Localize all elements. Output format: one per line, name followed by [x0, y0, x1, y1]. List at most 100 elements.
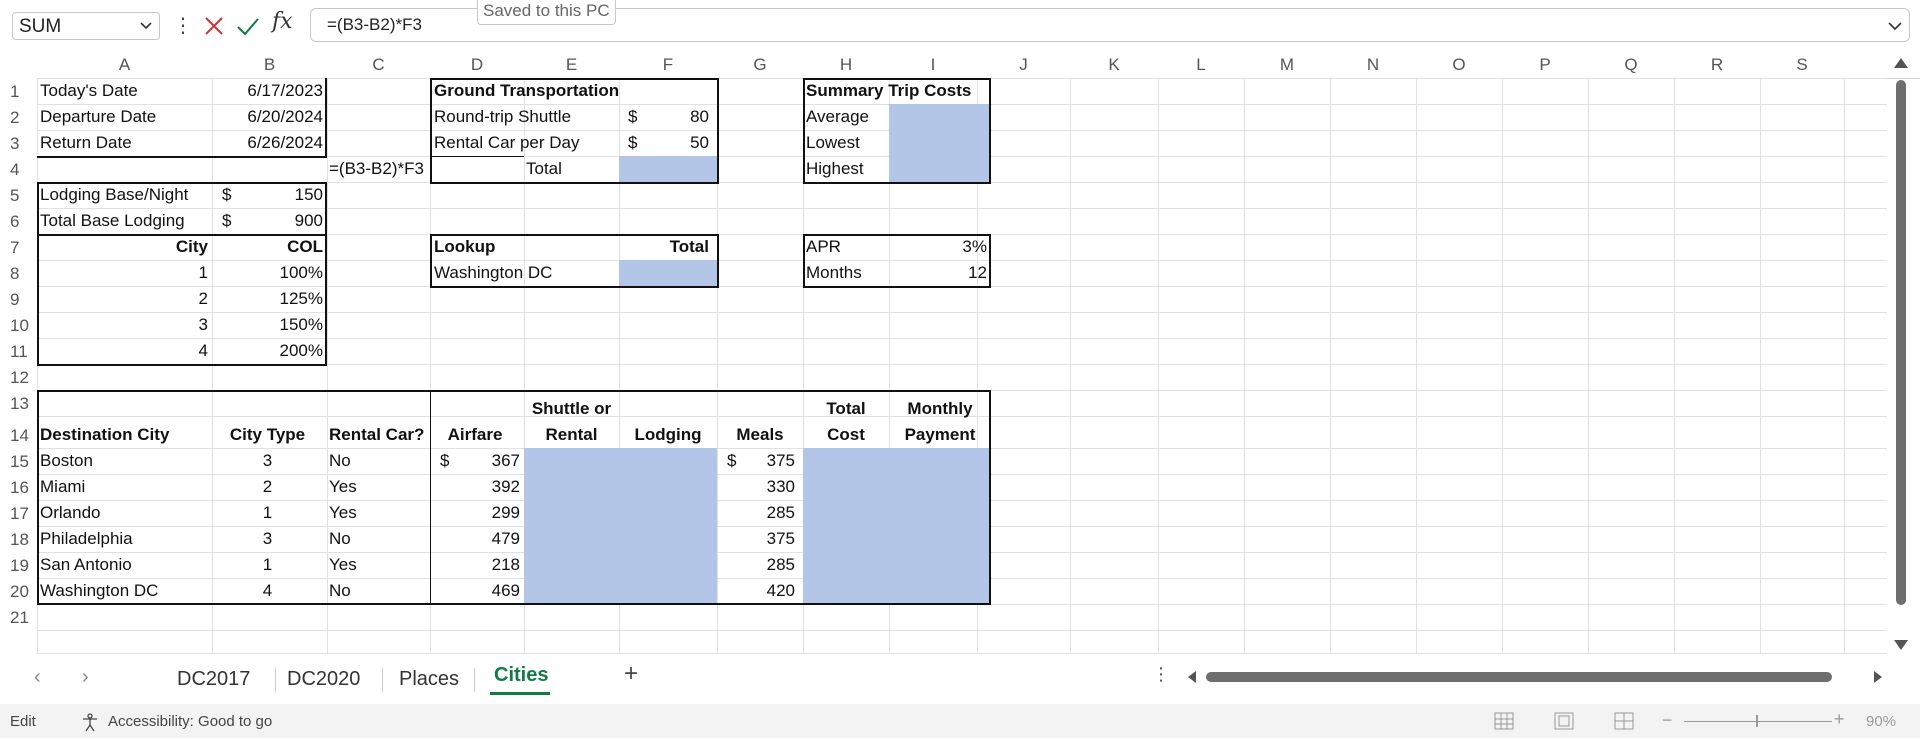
- table-row-meals[interactable]: 420: [717, 578, 795, 604]
- cancel-icon[interactable]: [200, 12, 228, 40]
- column-header[interactable]: H: [803, 52, 889, 78]
- zoom-slider[interactable]: [1684, 721, 1832, 722]
- cell-f2[interactable]: 80: [619, 104, 709, 130]
- column-header[interactable]: I: [889, 52, 977, 78]
- row-header[interactable]: 20: [0, 580, 34, 604]
- table-row-type[interactable]: 4: [212, 578, 323, 604]
- header-airfare[interactable]: Airfare: [430, 422, 520, 448]
- cell-b5-currency[interactable]: $: [222, 182, 242, 208]
- cell-b7[interactable]: COL: [212, 234, 323, 260]
- cell-d8[interactable]: Washington DC: [434, 260, 614, 286]
- column-header[interactable]: F: [619, 52, 717, 78]
- cell-a6[interactable]: Total Base Lodging: [40, 208, 208, 234]
- column-header[interactable]: P: [1502, 52, 1588, 78]
- cell-d3[interactable]: Rental Car per Day: [434, 130, 614, 156]
- column-header[interactable]: J: [977, 52, 1070, 78]
- page-layout-view-icon[interactable]: [1554, 712, 1574, 730]
- cell-h4[interactable]: Highest: [806, 156, 886, 182]
- scroll-tabs-right-icon[interactable]: ›: [82, 666, 89, 689]
- table-row-airfare[interactable]: 367: [430, 448, 520, 474]
- cell-b8[interactable]: 100%: [212, 260, 323, 286]
- cell-b2[interactable]: 6/20/2024: [212, 104, 323, 130]
- header-lodging[interactable]: Lodging: [619, 422, 717, 448]
- table-row-rental[interactable]: No: [329, 578, 429, 604]
- row-header[interactable]: 11: [0, 340, 34, 364]
- column-header[interactable]: E: [524, 52, 619, 78]
- header-total-line2[interactable]: Cost: [803, 422, 889, 448]
- cell-e4[interactable]: Total: [524, 156, 621, 182]
- cell-h8[interactable]: Months: [806, 260, 886, 286]
- cell-a9[interactable]: 2: [40, 286, 208, 312]
- table-row-city[interactable]: Boston: [40, 448, 208, 474]
- cell-b11[interactable]: 200%: [212, 338, 323, 364]
- tab-places[interactable]: Places: [399, 668, 459, 691]
- cell-a7[interactable]: City: [40, 234, 208, 260]
- column-header[interactable]: K: [1070, 52, 1158, 78]
- table-row-meals[interactable]: 330: [717, 474, 795, 500]
- table-row-meals[interactable]: 375: [717, 526, 795, 552]
- table-row-meals[interactable]: 375: [717, 448, 795, 474]
- column-header[interactable]: B: [212, 52, 327, 78]
- cell-b9[interactable]: 125%: [212, 286, 323, 312]
- table-row-rental[interactable]: Yes: [329, 500, 429, 526]
- table-row-rental[interactable]: No: [329, 526, 429, 552]
- column-header[interactable]: C: [327, 52, 430, 78]
- tab-dc2020[interactable]: DC2020: [287, 668, 360, 691]
- zoom-slider-thumb[interactable]: [1756, 715, 1758, 727]
- cell-i7[interactable]: 3%: [889, 234, 987, 260]
- cell-b1[interactable]: 6/17/2023: [212, 78, 323, 104]
- cell-d7[interactable]: Lookup: [434, 234, 524, 260]
- insert-function-icon[interactable]: fx: [272, 9, 293, 34]
- cell-h1[interactable]: Summary Trip Costs: [806, 78, 991, 104]
- row-header[interactable]: 7: [0, 236, 34, 260]
- cell-c4-formula[interactable]: =(B3-B2)*F3: [329, 156, 439, 182]
- row-header[interactable]: 12: [0, 366, 34, 390]
- table-row-rental[interactable]: Yes: [329, 552, 429, 578]
- page-break-view-icon[interactable]: [1614, 712, 1634, 730]
- column-header[interactable]: M: [1244, 52, 1330, 78]
- cell-a1[interactable]: Today's Date: [40, 78, 208, 104]
- cell-d2[interactable]: Round-trip Shuttle: [434, 104, 614, 130]
- table-row-city[interactable]: Philadelphia: [40, 526, 208, 552]
- cell-b3[interactable]: 6/26/2024: [212, 130, 323, 156]
- column-header[interactable]: S: [1760, 52, 1844, 78]
- table-row-airfare[interactable]: 299: [430, 500, 520, 526]
- table-row-rental[interactable]: No: [329, 448, 429, 474]
- header-rental-car[interactable]: Rental Car?: [329, 422, 429, 448]
- add-sheet-button[interactable]: +: [624, 660, 638, 688]
- shaded-summary-cells[interactable]: [889, 104, 991, 182]
- cell-a2[interactable]: Departure Date: [40, 104, 208, 130]
- table-row-airfare[interactable]: 218: [430, 552, 520, 578]
- tab-dc2017[interactable]: DC2017: [177, 668, 250, 691]
- name-box[interactable]: SUM: [12, 12, 160, 40]
- shaded-total-cell[interactable]: [619, 156, 717, 182]
- column-header[interactable]: R: [1674, 52, 1760, 78]
- scroll-right-icon[interactable]: [1872, 670, 1884, 684]
- table-row-city[interactable]: Miami: [40, 474, 208, 500]
- table-row-rental[interactable]: Yes: [329, 474, 429, 500]
- header-monthly-line1[interactable]: Monthly: [889, 396, 991, 422]
- table-row-airfare[interactable]: 479: [430, 526, 520, 552]
- row-header[interactable]: 18: [0, 528, 34, 552]
- row-header[interactable]: 5: [0, 184, 34, 208]
- vertical-scrollbar-thumb[interactable]: [1896, 80, 1906, 605]
- scroll-left-icon[interactable]: [1186, 670, 1198, 684]
- table-row-type[interactable]: 1: [212, 552, 323, 578]
- table-row-airfare[interactable]: 392: [430, 474, 520, 500]
- shaded-total-monthly-cells[interactable]: [803, 448, 991, 604]
- shaded-shuttle-lodging-cells[interactable]: [524, 448, 717, 604]
- table-row-city[interactable]: Washington DC: [40, 578, 208, 604]
- cell-a5[interactable]: Lodging Base/Night: [40, 182, 208, 208]
- table-row-type[interactable]: 2: [212, 474, 323, 500]
- row-header[interactable]: 3: [0, 132, 34, 156]
- scroll-up-icon[interactable]: [1894, 58, 1908, 68]
- scroll-tabs-left-icon[interactable]: ‹: [34, 666, 41, 689]
- expand-formula-icon[interactable]: [1887, 17, 1903, 33]
- header-destination-city[interactable]: Destination City: [40, 422, 208, 448]
- row-header[interactable]: 10: [0, 314, 34, 338]
- more-tabs-icon[interactable]: ⋮: [1152, 664, 1170, 685]
- cell-h3[interactable]: Lowest: [806, 130, 886, 156]
- zoom-level[interactable]: 90%: [1866, 713, 1896, 730]
- row-header[interactable]: 2: [0, 106, 34, 130]
- row-header[interactable]: 16: [0, 476, 34, 500]
